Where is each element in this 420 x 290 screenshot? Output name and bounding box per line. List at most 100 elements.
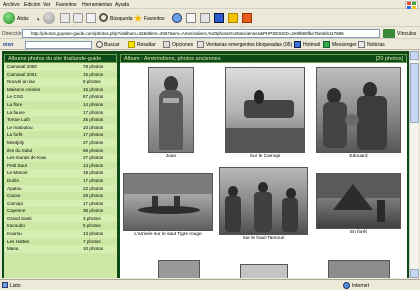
album-name[interactable]: Camopi xyxy=(7,201,23,206)
album-name[interactable]: Montjoly xyxy=(7,140,24,145)
hotmail-button[interactable]: Hotmail xyxy=(303,42,320,48)
album-name[interactable]: La flore xyxy=(7,102,22,107)
menu-ver[interactable]: Ver xyxy=(43,2,51,8)
album-name[interactable]: Les marais de Kaw xyxy=(7,155,46,160)
photo-image[interactable] xyxy=(328,260,390,278)
photo-caption: Sur le Camopi xyxy=(249,154,281,159)
album-link[interactable]: Mana 10 photos xyxy=(4,245,117,253)
print-icon[interactable] xyxy=(200,13,210,23)
album-count: 8 photos xyxy=(83,79,101,85)
home-icon[interactable] xyxy=(86,13,96,23)
album-link[interactable]: Apatou 22 photos xyxy=(4,184,117,193)
album-link[interactable]: Kourou 13 photos xyxy=(4,230,117,238)
history-icon[interactable] xyxy=(172,13,182,23)
album-link[interactable]: Le Maroni 18 photos xyxy=(4,169,117,177)
album-link[interactable]: Les marais de Kaw 27 photos xyxy=(4,154,117,162)
album-link[interactable]: Nouvel an lao 8 photos xyxy=(4,78,117,86)
album-name[interactable]: Apatou xyxy=(7,186,22,191)
menu-edicion[interactable]: Edición xyxy=(24,2,40,8)
menu-herramientas[interactable]: Herramientas xyxy=(82,2,112,8)
word-icon[interactable] xyxy=(214,13,224,23)
album-link[interactable]: Carnaval 2000 79 photos xyxy=(4,63,117,71)
album-link[interactable]: Camopi 17 photos xyxy=(4,199,117,208)
menu-ayuda[interactable]: Ayuda xyxy=(115,2,129,8)
back-button[interactable]: Atrás xyxy=(3,12,29,25)
address-input[interactable]: http://photos.guyane-guide.com/photos.ph… xyxy=(22,29,380,38)
album-name[interactable]: La faune xyxy=(7,110,25,115)
popup-blocker-button[interactable]: Ventanas emergentes bloqueadas (95) xyxy=(206,42,292,48)
album-name[interactable]: Le matoutou xyxy=(7,125,33,130)
album-name[interactable]: Carnaval 2000 xyxy=(7,64,37,69)
album-name[interactable]: Petit Saut xyxy=(7,163,27,168)
msn-search-button[interactable]: Buscar xyxy=(104,42,120,48)
messenger-button[interactable]: Messenger xyxy=(332,42,357,48)
msn-toolbar: msn Buscar Resaltar Opciones Ventanas em… xyxy=(0,39,420,50)
album-link[interactable]: Le matoutou 10 photos xyxy=(4,123,117,132)
back-dropdown-icon[interactable]: ▾ xyxy=(37,17,40,23)
album-count: 26 photos xyxy=(83,117,104,123)
vertical-scrollbar[interactable] xyxy=(409,51,419,278)
scroll-thumb[interactable] xyxy=(410,63,419,123)
album-name[interactable]: Le CSG xyxy=(7,94,23,99)
photo-image[interactable] xyxy=(123,173,213,231)
album-link[interactable]: Iracoubo 5 photos xyxy=(4,222,117,230)
album-link[interactable]: Carnaval 2001 15 photos xyxy=(4,71,117,79)
album-name[interactable]: Iles du Salut xyxy=(7,148,32,153)
msn-search-input[interactable] xyxy=(25,41,92,49)
scroll-down-arrow-icon[interactable] xyxy=(410,269,419,278)
photo-image[interactable] xyxy=(219,167,308,235)
album-name[interactable]: Iracoubo xyxy=(7,223,25,228)
album-name[interactable]: Cayenne xyxy=(7,208,25,213)
album-link[interactable]: La flore 14 photos xyxy=(4,101,117,109)
album-name[interactable]: Nouvel an lao xyxy=(7,79,35,84)
album-name[interactable]: Carnaval 2001 xyxy=(7,72,37,77)
photo-image[interactable] xyxy=(148,67,194,153)
album-link[interactable]: Tortue Luth 26 photos xyxy=(4,116,117,124)
refresh-icon[interactable] xyxy=(73,13,83,23)
photo-image[interactable] xyxy=(316,173,401,229)
photo-image[interactable] xyxy=(225,67,305,153)
album-count: 29 photos xyxy=(83,193,104,199)
highlight-button[interactable]: Resaltar xyxy=(137,42,156,48)
album-count: 14 photos xyxy=(83,101,104,107)
photo-image[interactable] xyxy=(158,260,200,278)
menu-archivo[interactable]: Archivo xyxy=(3,2,20,8)
album-link[interactable]: La faune 17 photos xyxy=(4,108,117,117)
album-link[interactable]: Le CSG 67 photos xyxy=(4,93,117,101)
album-link[interactable]: Maisons créoles 15 photos xyxy=(4,86,117,94)
options-button[interactable]: Opciones xyxy=(172,42,193,48)
album-link[interactable]: Dorlin 17 photos xyxy=(4,177,117,185)
album-name[interactable]: La forêt xyxy=(7,132,23,137)
album-link[interactable]: Les Hattes 7 photos xyxy=(4,238,117,246)
album-name[interactable]: Kourou xyxy=(7,231,22,236)
media-icon[interactable] xyxy=(242,13,252,23)
photo-image[interactable] xyxy=(240,264,288,278)
album-name[interactable]: Tortue Luth xyxy=(7,117,30,122)
go-arrow-icon[interactable] xyxy=(383,29,395,38)
mail-icon[interactable] xyxy=(186,13,196,23)
scroll-up-arrow-icon[interactable] xyxy=(410,51,419,60)
album-name[interactable]: Le Maroni xyxy=(7,170,27,175)
album-link[interactable]: Iles du Salut 56 photos xyxy=(4,147,117,155)
photo-caption: En forêt xyxy=(350,230,367,235)
photo-image[interactable] xyxy=(316,67,401,153)
links-label[interactable]: Vínculos xyxy=(397,31,416,37)
album-name[interactable]: Grand Santi xyxy=(7,216,32,221)
menu-favoritos[interactable]: Favoritos xyxy=(56,2,77,8)
album-link[interactable]: Petit Saut 13 photos xyxy=(4,162,117,170)
album-name[interactable]: Les Hattes xyxy=(7,239,29,244)
album-link[interactable]: La forêt 17 photos xyxy=(4,131,117,139)
album-link[interactable]: Cayenne 36 photos xyxy=(4,207,117,215)
album-name[interactable]: Cacao xyxy=(7,193,20,198)
album-link[interactable]: Grand Santi 3 photos xyxy=(4,214,117,223)
messenger-icon[interactable] xyxy=(228,13,238,23)
stop-icon[interactable] xyxy=(60,13,70,23)
album-name[interactable]: Maisons créoles xyxy=(7,87,40,92)
album-link[interactable]: Montjoly 27 photos xyxy=(4,138,117,147)
album-name[interactable]: Mana xyxy=(7,246,19,251)
news-button[interactable]: Noticias xyxy=(367,42,385,48)
album-name[interactable]: Dorlin xyxy=(7,178,19,183)
album-link[interactable]: Cacao 29 photos xyxy=(4,192,117,200)
web-page: Albums photos du site thailande-guide Ca… xyxy=(2,51,409,278)
forward-button[interactable] xyxy=(43,12,55,25)
